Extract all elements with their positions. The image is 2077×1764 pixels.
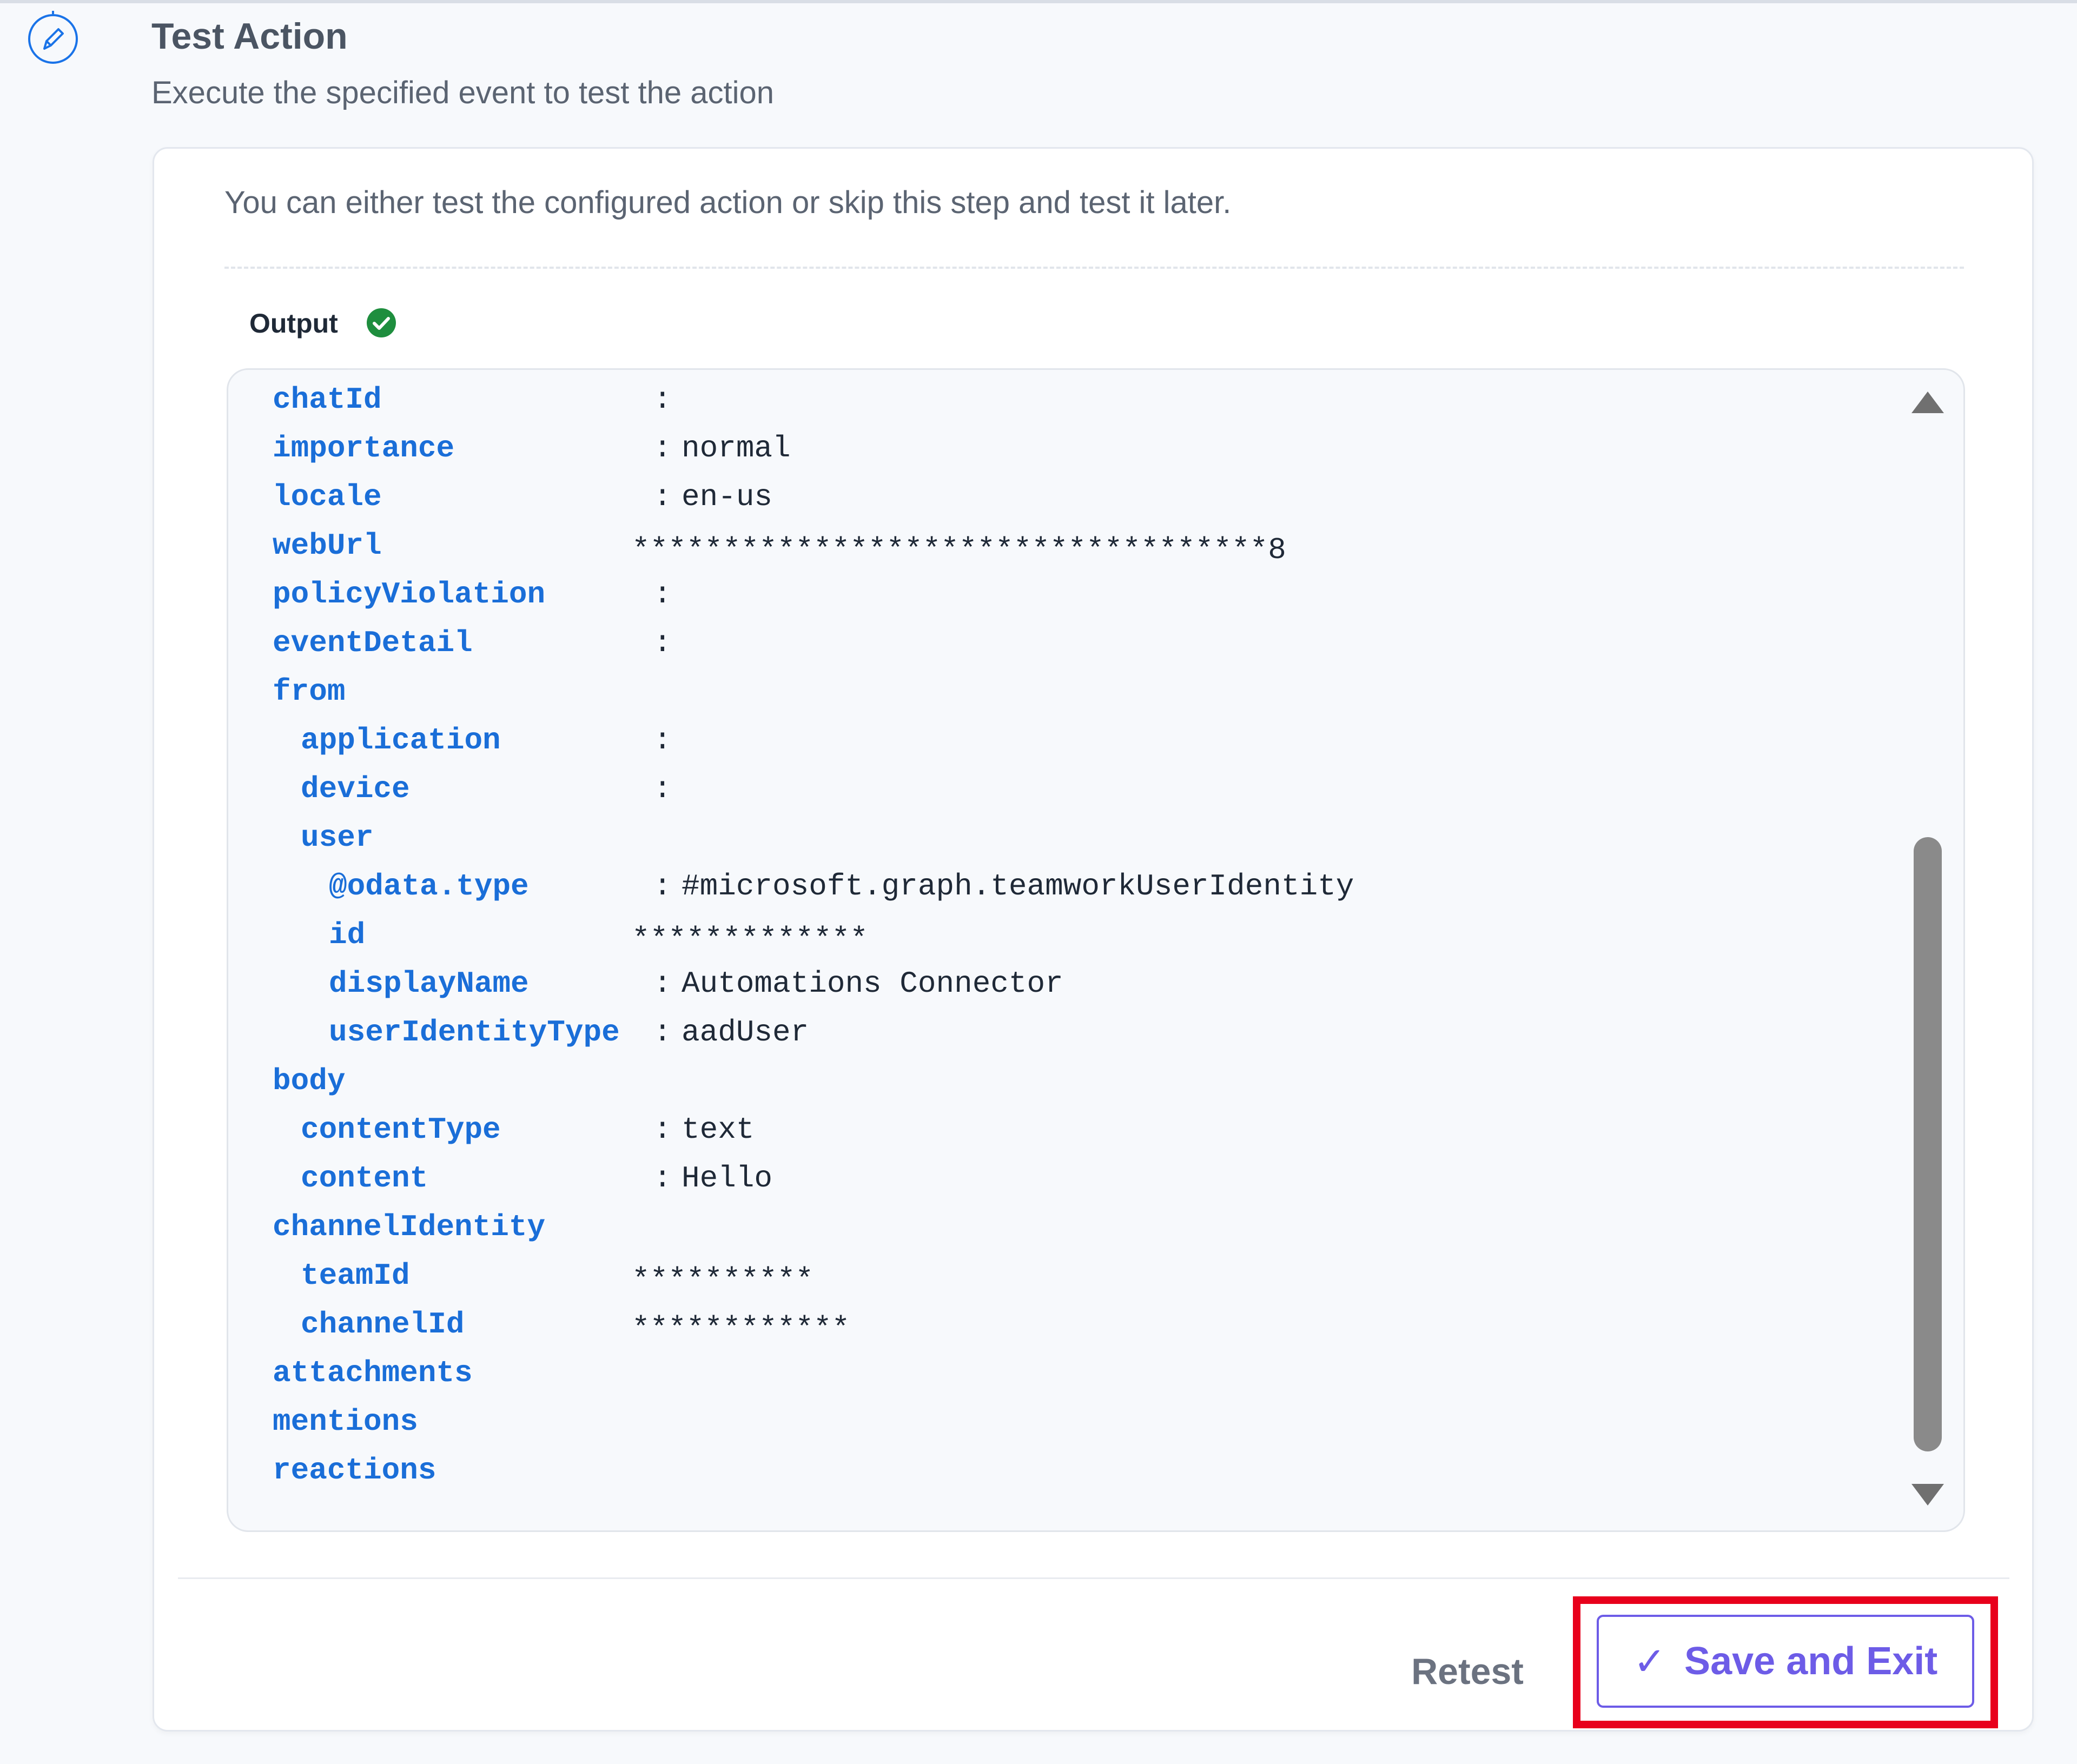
output-value: text bbox=[682, 1112, 755, 1147]
output-key: channelId bbox=[301, 1307, 465, 1342]
output-separator: : bbox=[653, 370, 672, 375]
check-circle-icon bbox=[367, 308, 396, 337]
output-key: channelIdentity bbox=[273, 1210, 546, 1244]
output-value: en-us bbox=[682, 480, 773, 514]
pencil-icon bbox=[28, 11, 78, 64]
output-value: Hello bbox=[682, 1161, 773, 1196]
output-masked-value: ************* bbox=[632, 922, 868, 957]
output-key: device bbox=[301, 772, 410, 806]
output-key: attachments bbox=[273, 1356, 473, 1390]
output-separator: : bbox=[653, 869, 672, 904]
output-scrollbar[interactable] bbox=[1910, 392, 1945, 1506]
output-key: chatId bbox=[273, 382, 382, 417]
output-key: contentType bbox=[301, 1112, 501, 1147]
output-key: body bbox=[273, 1064, 346, 1098]
output-separator: : bbox=[653, 480, 672, 514]
output-value: aadUser bbox=[682, 1015, 809, 1050]
output-key: from bbox=[273, 674, 346, 709]
output-value: Automations Connector bbox=[682, 966, 1063, 1001]
output-key: locale bbox=[273, 480, 382, 514]
output-masked-value: ********** bbox=[632, 1263, 814, 1297]
footer-divider bbox=[178, 1577, 2009, 1579]
test-action-card: You can either test the configured actio… bbox=[153, 147, 2034, 1732]
output-panel[interactable]: summary: chatId: importance: normal locale: e… bbox=[227, 368, 1965, 1532]
output-value: normal bbox=[682, 431, 791, 466]
output-key: mentions bbox=[273, 1404, 418, 1439]
output-separator: : bbox=[653, 382, 672, 417]
top-divider bbox=[0, 0, 2077, 3]
step-title: Test Action bbox=[151, 16, 348, 57]
output-separator: : bbox=[653, 1112, 672, 1147]
output-label: Output bbox=[249, 308, 338, 339]
retest-button[interactable]: Retest bbox=[1393, 1641, 1542, 1701]
output-value: #microsoft.graph.teamworkUserIdentity bbox=[682, 869, 1354, 904]
output-separator: : bbox=[653, 1015, 672, 1050]
output-key: webUrl bbox=[273, 528, 382, 563]
output-separator: : bbox=[653, 772, 672, 806]
output-key: application bbox=[301, 723, 501, 758]
output-key: teamId bbox=[301, 1258, 410, 1293]
output-separator: : bbox=[653, 626, 672, 660]
scroll-up-arrow-icon[interactable] bbox=[1911, 392, 1944, 413]
output-separator: : bbox=[653, 577, 672, 612]
output-key: id bbox=[329, 918, 366, 952]
output-key: user bbox=[301, 820, 374, 855]
card-intro-text: You can either test the configured actio… bbox=[224, 185, 1232, 220]
output-key: reactions bbox=[273, 1453, 436, 1488]
save-and-exit-label: Save and Exit bbox=[1684, 1640, 1938, 1683]
output-key: summary bbox=[273, 370, 400, 375]
output-key: policyViolation bbox=[273, 577, 546, 612]
output-separator: : bbox=[653, 966, 672, 1001]
output-key: importance bbox=[273, 431, 455, 466]
output-masked-value: ***********************************8 bbox=[632, 533, 1286, 567]
output-key: eventDetail bbox=[273, 626, 473, 660]
output-key: @odata.type bbox=[329, 869, 529, 904]
step-subtitle: Execute the specified event to test the … bbox=[151, 75, 775, 110]
scroll-thumb[interactable] bbox=[1914, 837, 1942, 1451]
output-separator: : bbox=[653, 431, 672, 466]
output-separator: : bbox=[653, 1161, 672, 1196]
save-and-exit-button[interactable]: ✓ Save and Exit bbox=[1597, 1615, 1974, 1708]
output-key: content bbox=[301, 1161, 428, 1196]
output-key: displayName bbox=[329, 966, 529, 1001]
output-masked-value: ************ bbox=[632, 1311, 850, 1346]
output-key: userIdentityType bbox=[329, 1015, 620, 1050]
output-separator: : bbox=[653, 723, 672, 758]
checkmark-icon: ✓ bbox=[1633, 1640, 1666, 1683]
scroll-down-arrow-icon[interactable] bbox=[1911, 1484, 1944, 1506]
dashed-divider bbox=[224, 267, 1964, 269]
